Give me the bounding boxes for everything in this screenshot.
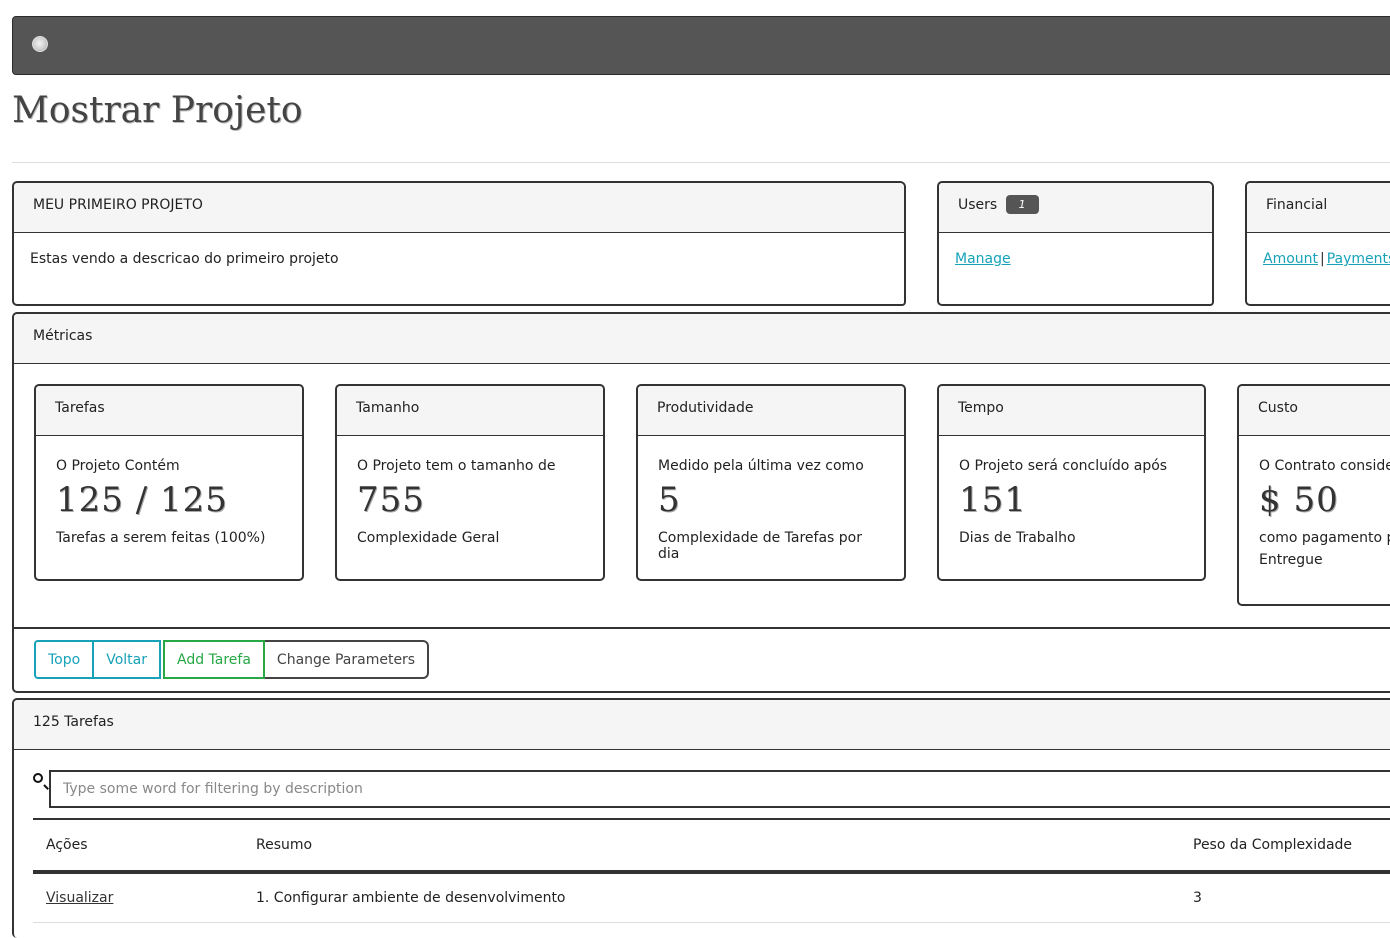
page-title: Mostrar Projeto — [12, 90, 303, 131]
metric-card-value: 755 — [357, 480, 425, 520]
task-weight: 3 — [1180, 872, 1390, 923]
metric-card-title: Tempo — [939, 386, 1204, 436]
tasks-table: Ações Resumo Peso da Complexidade Visual… — [33, 818, 1390, 923]
tasks-title: 125 Tarefas — [14, 700, 1390, 750]
task-summary: 1. Configurar ambiente de desenvolviment… — [243, 872, 1180, 923]
project-description: Estas vendo a descricao do primeiro proj… — [30, 251, 339, 267]
metric-card-line: Tarefas a serem feitas (100%) — [56, 530, 266, 546]
search-icon — [33, 773, 43, 783]
view-task-link[interactable]: Visualizar — [46, 890, 113, 906]
task-search-input[interactable] — [49, 770, 1390, 808]
metric-card-cost: Custo O Contrato considera $ 50 como pag… — [1237, 384, 1390, 606]
metrics-title: Métricas — [14, 314, 1390, 364]
app-logo-icon[interactable] — [32, 36, 48, 52]
project-panel: MEU PRIMEIRO PROJETO Estas vendo a descr… — [12, 181, 906, 306]
add-task-button[interactable]: Add Tarefa — [162, 640, 265, 679]
title-divider — [12, 162, 1390, 163]
column-header-actions: Ações — [33, 818, 243, 874]
table-header-row: Ações Resumo Peso da Complexidade — [33, 818, 1390, 874]
metric-card-value: 151 — [959, 480, 1027, 520]
metric-card-title: Tarefas — [36, 386, 302, 436]
metric-card-line: O Projeto será concluído após — [959, 458, 1168, 474]
task-search — [33, 770, 1390, 810]
top-button[interactable]: Topo — [34, 640, 95, 679]
column-header-summary[interactable]: Resumo — [243, 818, 1180, 874]
metric-card-tasks: Tarefas O Projeto Contém 125 / 125 Taref… — [34, 384, 304, 581]
users-count-badge: 1 — [1005, 195, 1039, 214]
metrics-button-group: Topo Voltar Add Tarefa Change Parameters — [34, 640, 430, 679]
link-separator: | — [1320, 251, 1325, 267]
column-header-weight[interactable]: Peso da Complexidade — [1180, 818, 1390, 874]
change-parameters-button[interactable]: Change Parameters — [264, 640, 430, 679]
metric-card-line: O Projeto tem o tamanho de — [357, 458, 556, 474]
metrics-footer-divider — [14, 627, 1390, 629]
metric-card-size: Tamanho O Projeto tem o tamanho de 755 C… — [335, 384, 605, 581]
metric-card-line: Complexidade Geral — [357, 530, 500, 546]
project-name: MEU PRIMEIRO PROJETO — [14, 183, 904, 233]
back-button[interactable]: Voltar — [94, 640, 161, 679]
metric-card-line: Entregue — [1259, 552, 1323, 568]
users-title: Users — [958, 197, 998, 213]
payments-link[interactable]: Payments — [1327, 251, 1390, 267]
metric-card-value: 125 / 125 — [56, 480, 228, 520]
financial-panel: Financial Amount|Payments| — [1245, 181, 1390, 306]
top-navbar — [12, 16, 1390, 75]
metric-card-value: 5 — [658, 480, 681, 520]
metric-card-title: Custo — [1239, 386, 1390, 436]
metric-card-line: Medido pela última vez como — [658, 458, 864, 474]
metric-card-line: Complexidade de Tarefas por dia — [658, 530, 862, 562]
metric-card-title: Produtividade — [638, 386, 904, 436]
amount-link[interactable]: Amount — [1263, 251, 1318, 267]
metric-card-line: O Contrato considera — [1259, 458, 1390, 474]
metric-card-line: O Projeto Contém — [56, 458, 180, 474]
users-header: Users 1 — [939, 183, 1212, 233]
financial-title: Financial — [1247, 183, 1390, 233]
manage-users-link[interactable]: Manage — [955, 251, 1011, 267]
metric-card-value: $ 50 — [1259, 480, 1339, 520]
metric-card-productivity: Produtividade Medido pela última vez com… — [636, 384, 906, 581]
users-panel: Users 1 Manage — [937, 181, 1214, 306]
metric-card-line: Dias de Trabalho — [959, 530, 1076, 546]
metric-card-time: Tempo O Projeto será concluído após 151 … — [937, 384, 1206, 581]
metric-card-title: Tamanho — [337, 386, 603, 436]
table-row: Visualizar 1. Configurar ambiente de des… — [33, 872, 1390, 923]
metric-card-line: como pagamento pela — [1259, 530, 1390, 546]
